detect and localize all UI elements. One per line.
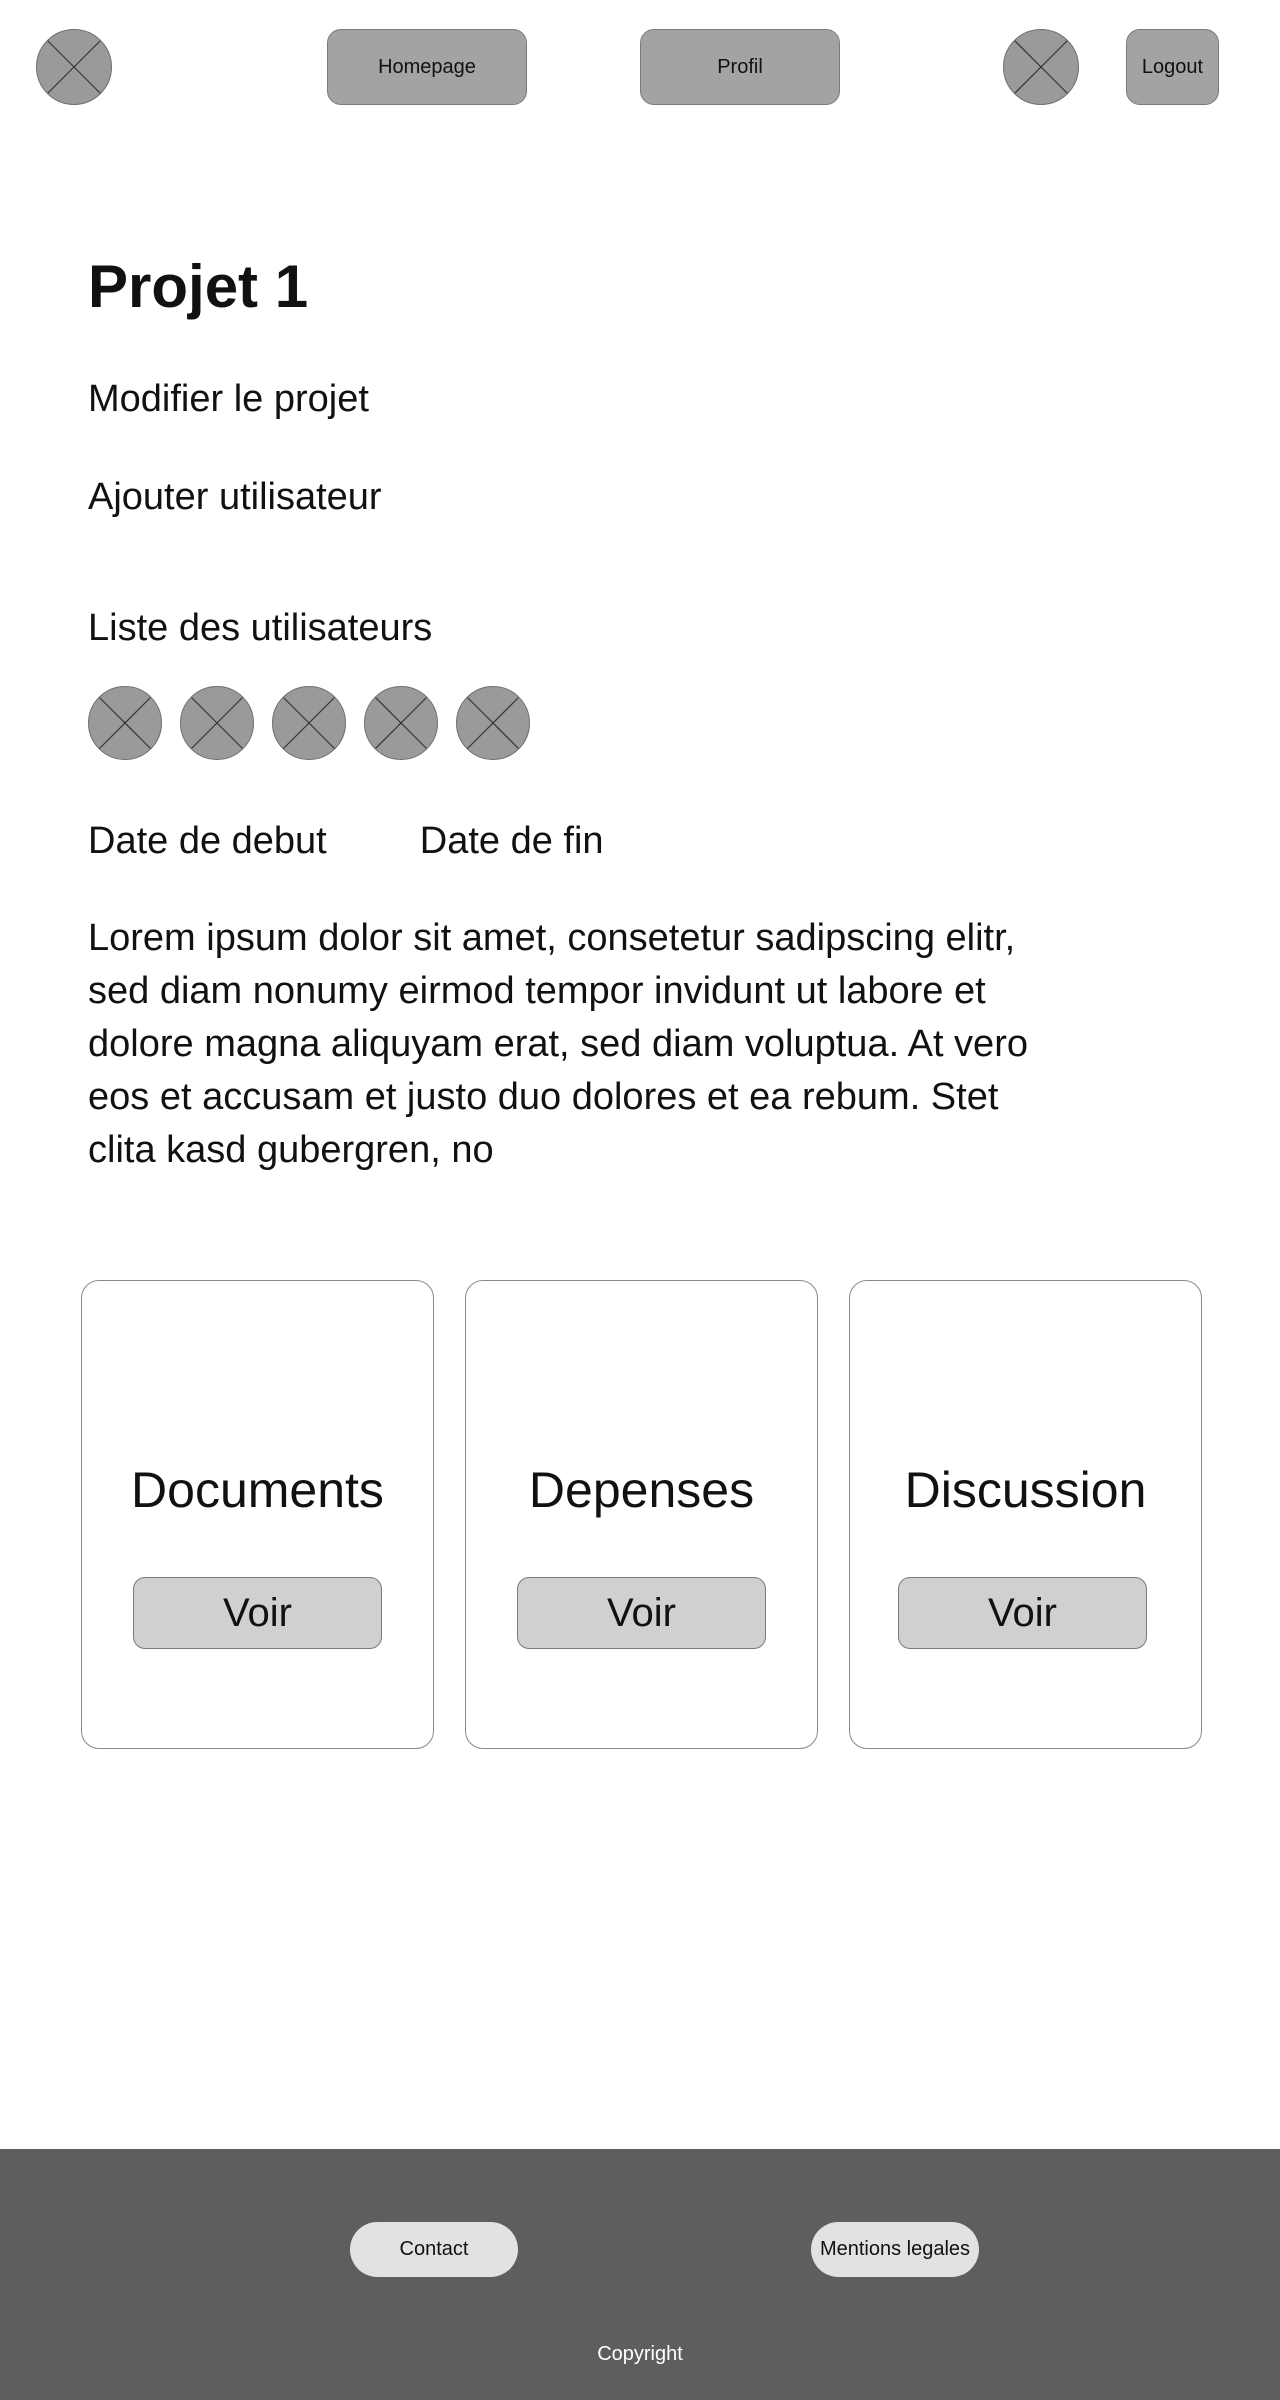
- view-discussion-button[interactable]: Voir: [898, 1577, 1147, 1649]
- users-list-heading: Liste des utilisateurs: [88, 607, 433, 649]
- footer: Contact Mentions legales Copyright: [0, 2149, 1280, 2400]
- end-date-label: Date de fin: [419, 820, 604, 862]
- profil-button[interactable]: Profil: [640, 29, 840, 105]
- view-documents-button[interactable]: Voir: [133, 1577, 382, 1649]
- view-expenses-button[interactable]: Voir: [517, 1577, 766, 1649]
- logout-button[interactable]: Logout: [1126, 29, 1219, 105]
- add-user-link[interactable]: Ajouter utilisateur: [88, 476, 382, 519]
- legal-notice-button[interactable]: Mentions legales: [811, 2222, 979, 2277]
- discussion-card: Discussion Voir: [849, 1280, 1202, 1749]
- user-avatar-icon[interactable]: [88, 686, 162, 760]
- user-avatar-icon[interactable]: [180, 686, 254, 760]
- user-avatar-icon[interactable]: [364, 686, 438, 760]
- homepage-button[interactable]: Homepage: [327, 29, 527, 105]
- card-title: Depenses: [528, 1462, 755, 1518]
- expenses-card: Depenses Voir: [465, 1280, 818, 1749]
- project-description: Lorem ipsum dolor sit amet, consetetur s…: [88, 917, 1028, 1171]
- documents-card: Documents Voir: [81, 1280, 434, 1749]
- start-date-label: Date de debut: [88, 820, 327, 862]
- page-title: Projet 1: [88, 253, 309, 320]
- users-list: [88, 686, 530, 760]
- project-sections: Documents Voir Depenses Voir Discussion …: [81, 1280, 1202, 1749]
- avatar-placeholder-icon[interactable]: [1003, 29, 1079, 105]
- project-dates: Date de debut Date de fin: [88, 820, 604, 863]
- card-title: Discussion: [904, 1462, 1147, 1518]
- user-avatar-icon[interactable]: [272, 686, 346, 760]
- user-avatar-icon[interactable]: [456, 686, 530, 760]
- logo-placeholder-icon[interactable]: [36, 29, 112, 105]
- contact-button[interactable]: Contact: [350, 2222, 518, 2277]
- card-title: Documents: [131, 1462, 384, 1518]
- edit-project-link[interactable]: Modifier le projet: [88, 378, 369, 421]
- copyright-text: Copyright: [597, 2343, 683, 2365]
